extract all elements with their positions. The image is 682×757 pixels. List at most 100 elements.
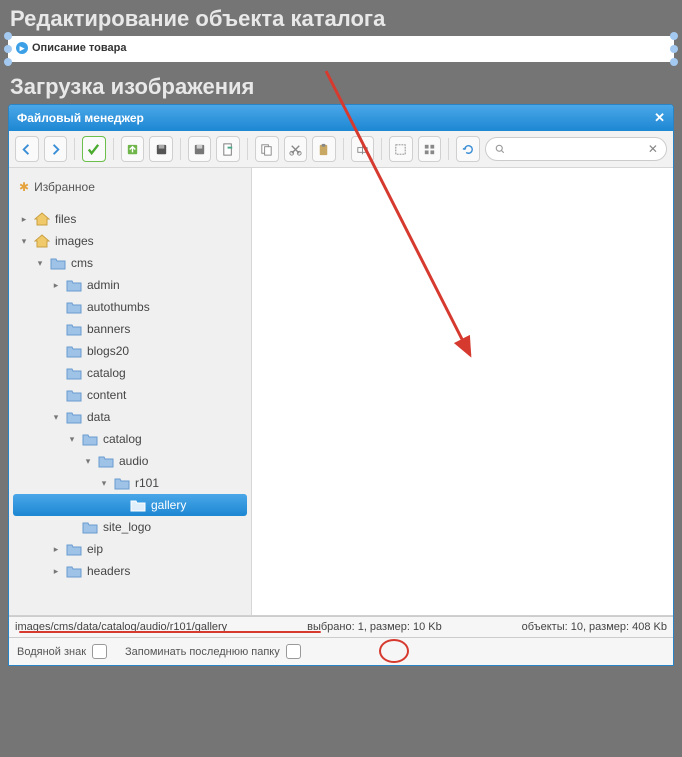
folder-icon [66,367,82,380]
tree-item-admin[interactable]: ▸ admin [13,274,247,296]
tree-label: r101 [135,476,159,490]
home-icon [34,212,50,226]
folder-open-icon [130,499,146,512]
tree-label: audio [119,454,148,468]
folder-icon [114,477,130,490]
file-manager-toolbar: ✕ [9,131,673,168]
toolbar-separator [448,138,449,160]
folder-icon [66,543,82,556]
description-label: Описание товара [32,42,126,54]
resize-handle[interactable] [4,45,12,53]
tree-label: content [87,388,126,402]
cut-button[interactable] [284,136,308,162]
options-bar: Водяной знак Запоминать последнюю папку [9,637,673,665]
close-icon[interactable]: ✕ [654,110,665,126]
forward-button[interactable] [44,136,68,162]
toolbar-separator [74,138,75,160]
resize-handle[interactable] [670,32,678,40]
tree-item-site-logo[interactable]: site_logo [13,516,247,538]
save-as-button[interactable] [188,136,212,162]
favorites-label: Избранное [34,180,95,194]
folder-icon [66,345,82,358]
toolbar-separator [381,138,382,160]
folder-icon [98,455,114,468]
chevron-right-icon: ▸ [51,280,61,291]
tree-item-headers[interactable]: ▸ headers [13,560,247,582]
product-description-panel: ▸ Описание товара [8,36,674,62]
clear-search-icon[interactable]: ✕ [648,142,658,156]
tree-item-catalog[interactable]: catalog [13,362,247,384]
save-button[interactable] [149,136,173,162]
tree-label: admin [87,278,120,292]
resize-handle[interactable] [670,58,678,66]
resize-handle[interactable] [4,32,12,40]
chevron-right-icon: ▸ [51,566,61,577]
tree-label: blogs20 [87,344,129,358]
tree-item-data[interactable]: ▾ data [13,406,247,428]
tree-item-eip[interactable]: ▸ eip [13,538,247,560]
search-icon [494,143,506,155]
tree-label: cms [71,256,93,270]
upload-button[interactable] [121,136,145,162]
tree-item-audio[interactable]: ▾ audio [13,450,247,472]
remember-folder-checkbox[interactable] [286,644,301,659]
tree-item-blogs20[interactable]: blogs20 [13,340,247,362]
tree-item-cms[interactable]: ▾ cms [13,252,247,274]
folder-icon [66,301,82,314]
refresh-button[interactable] [456,136,480,162]
description-collapse-row[interactable]: ▸ Описание товара [16,42,666,54]
tree-label: headers [87,564,130,578]
disclosure-icon: ▸ [16,42,28,54]
toolbar-separator [247,138,248,160]
confirm-button[interactable] [82,136,106,162]
tree-item-content[interactable]: content [13,384,247,406]
selection-info: выбрано: 1, размер: 10 Kb [307,621,442,633]
folder-icon [66,565,82,578]
tree-item-images[interactable]: ▾ images [13,230,247,252]
resize-handle[interactable] [670,45,678,53]
chevron-down-icon: ▾ [35,258,45,269]
tree-item-data-catalog[interactable]: ▾ catalog [13,428,247,450]
rename-button[interactable] [351,136,375,162]
chevron-down-icon: ▾ [99,478,109,489]
paste-button[interactable] [312,136,336,162]
status-bar: images/cms/data/catalog/audio/r101/galle… [9,616,673,637]
properties-button[interactable] [216,136,240,162]
folder-icon [50,257,66,270]
search-field[interactable]: ✕ [485,137,667,161]
chevron-down-icon: ▾ [83,456,93,467]
file-manager-title: Файловый менеджер [17,111,144,125]
tree-label: images [55,234,94,248]
grid-view-button[interactable] [418,136,442,162]
chevron-down-icon: ▾ [67,434,77,445]
folder-icon [66,323,82,336]
chevron-right-icon: ▸ [19,214,29,225]
annotation-underline [19,631,321,633]
toolbar-separator [113,138,114,160]
folder-tree[interactable]: ✱ Избранное ▸ files ▾ images ▾ cms ▸ [9,168,252,615]
tree-label: site_logo [103,520,151,534]
tree-item-banners[interactable]: banners [13,318,247,340]
select-all-button[interactable] [389,136,413,162]
resize-handle[interactable] [4,58,12,66]
tree-item-files[interactable]: ▸ files [13,208,247,230]
folder-icon [66,279,82,292]
tree-item-gallery[interactable]: gallery [13,494,247,516]
heading-upload-image: Загрузка изображения [0,62,682,104]
tree-item-autothumbs[interactable]: autothumbs [13,296,247,318]
file-manager-titlebar[interactable]: Файловый менеджер ✕ [9,105,673,131]
watermark-checkbox[interactable] [92,644,107,659]
tree-item-r101[interactable]: ▾ r101 [13,472,247,494]
folder-icon [66,389,82,402]
remember-folder-label: Запоминать последнюю папку [125,646,280,658]
back-button[interactable] [15,136,39,162]
tree-label: catalog [87,366,126,380]
tree-label: eip [87,542,103,556]
thumbnail-grid[interactable] [252,168,673,615]
watermark-label: Водяной знак [17,646,86,658]
search-input[interactable] [506,143,648,155]
chevron-down-icon: ▾ [19,236,29,247]
chevron-down-icon: ▾ [51,412,61,423]
favorites-row[interactable]: ✱ Избранное [13,176,247,198]
copy-button[interactable] [255,136,279,162]
